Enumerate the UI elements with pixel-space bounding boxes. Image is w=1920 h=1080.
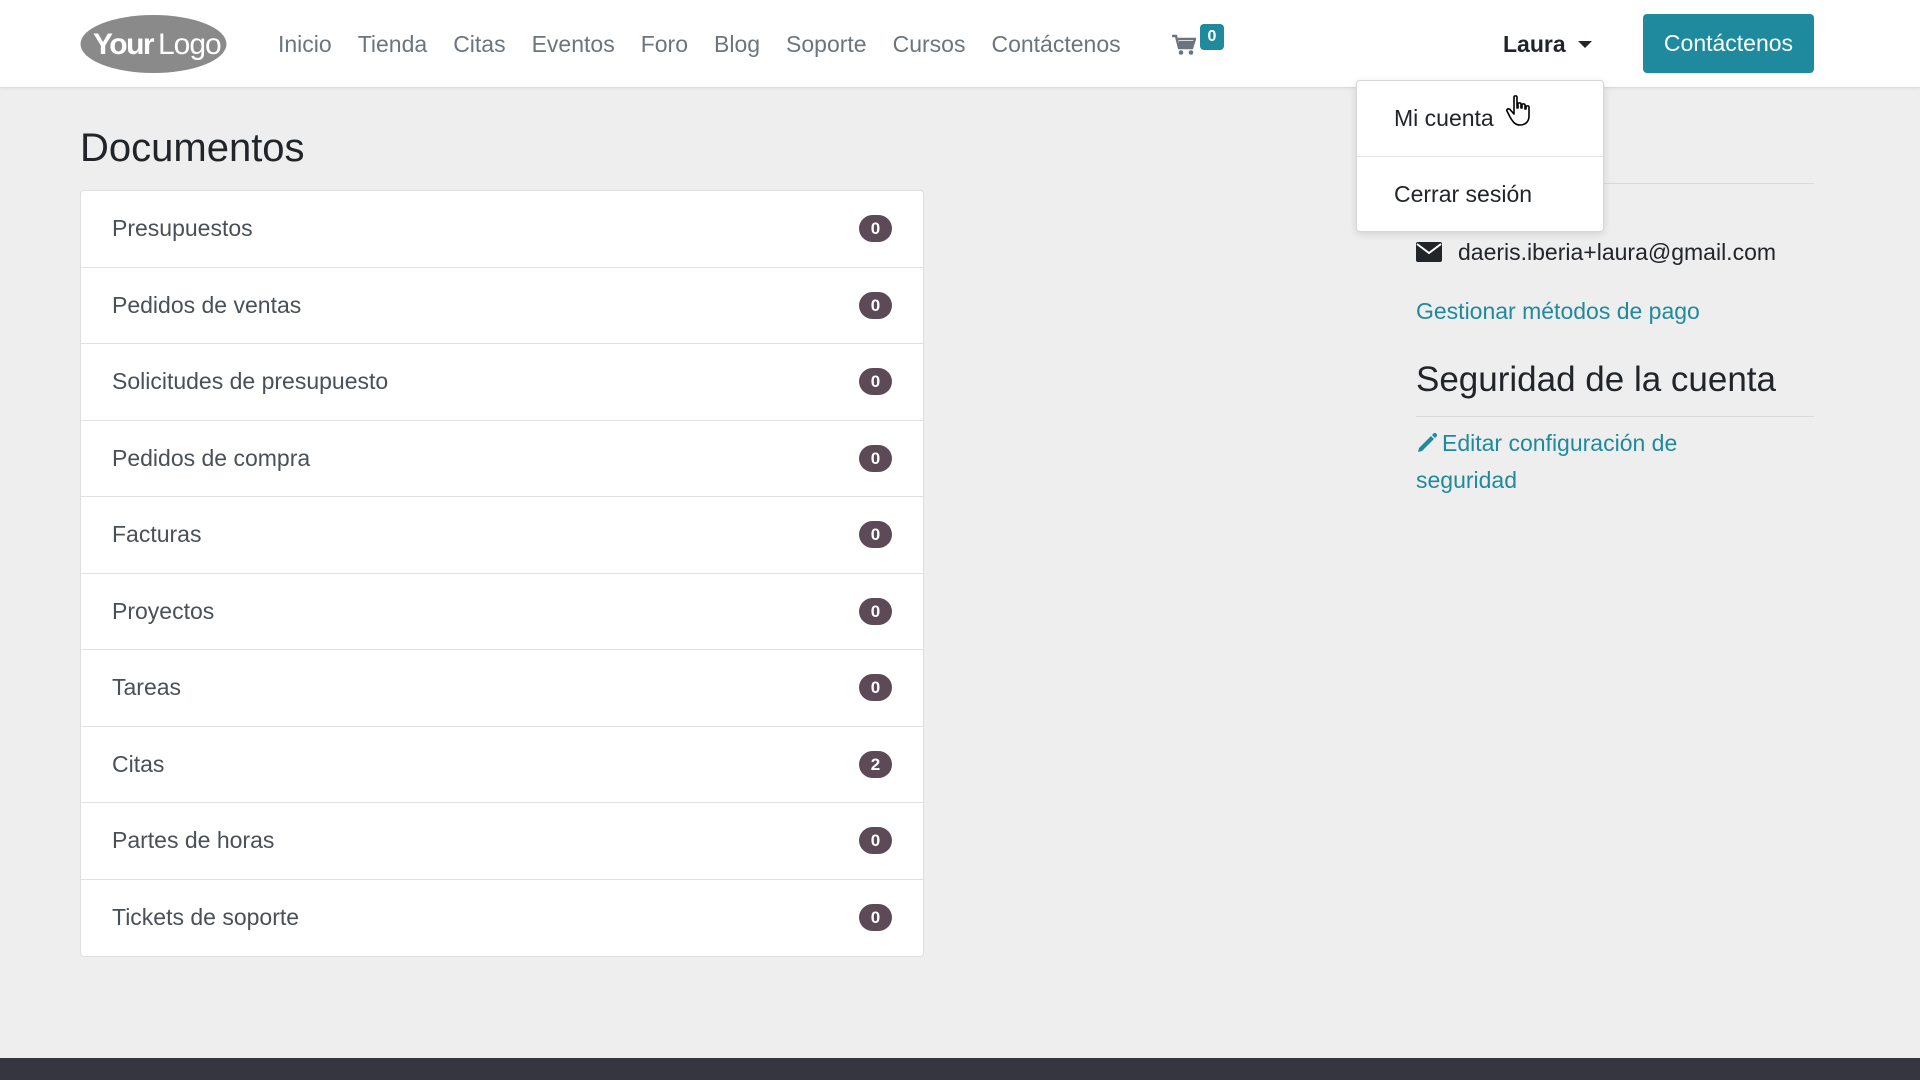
shopping-cart-icon <box>1172 34 1196 55</box>
list-item-label: Tickets de soporte <box>112 904 300 931</box>
list-item-partes-de-horas[interactable]: Partes de horas 0 <box>81 803 923 880</box>
email-row: daeris.iberia+laura@gmail.com <box>1416 236 1776 268</box>
list-item-label: Facturas <box>112 521 202 548</box>
list-item-tickets-de-soporte[interactable]: Tickets de soporte 0 <box>81 880 923 957</box>
footer-bar <box>0 1058 1920 1080</box>
list-item-label: Citas <box>112 750 165 777</box>
top-navbar: Your Logo Inicio Tienda Citas Eventos Fo… <box>0 0 1920 88</box>
nav-link-foro[interactable]: Foro <box>628 0 701 88</box>
user-name: Laura <box>1503 30 1566 57</box>
list-item-label: Solicitudes de presupuesto <box>112 368 389 395</box>
main-nav: Inicio Tienda Citas Eventos Foro Blog So… <box>270 0 1134 88</box>
page-title: Documentos <box>80 126 305 170</box>
user-menu-toggle[interactable]: Laura <box>1503 26 1592 62</box>
list-item-label: Pedidos de ventas <box>112 291 302 318</box>
list-item-facturas[interactable]: Facturas 0 <box>81 497 923 574</box>
manage-payment-methods-link[interactable]: Gestionar métodos de pago <box>1416 298 1700 325</box>
pencil-icon <box>1418 432 1438 452</box>
caret-down-icon <box>1577 40 1592 48</box>
list-item-tareas[interactable]: Tareas 0 <box>81 650 923 727</box>
nav-link-inicio[interactable]: Inicio <box>270 0 345 88</box>
nav-link-blog[interactable]: Blog <box>701 0 773 88</box>
list-item-solicitudes-de-presupuesto[interactable]: Solicitudes de presupuesto 0 <box>81 344 923 421</box>
count-badge: 2 <box>859 750 892 778</box>
list-item-presupuestos[interactable]: Presupuestos 0 <box>81 191 923 268</box>
user-dropdown-menu: Mi cuenta Cerrar sesión <box>1356 80 1604 232</box>
list-item-citas[interactable]: Citas 2 <box>81 727 923 803</box>
edit-security-settings-link[interactable]: Editar configuración de seguridad <box>1416 425 1746 499</box>
count-badge: 0 <box>859 904 892 932</box>
count-badge: 0 <box>859 368 892 396</box>
menu-item-my-account[interactable]: Mi cuenta <box>1357 81 1603 156</box>
site-logo[interactable]: Your Logo <box>79 13 228 75</box>
hand-cursor-icon <box>1505 95 1530 126</box>
count-badge: 0 <box>859 444 892 472</box>
svg-text:Your: Your <box>93 28 155 61</box>
svg-text:Logo: Logo <box>158 28 221 61</box>
list-item-label: Partes de horas <box>112 827 275 854</box>
list-item-label: Tareas <box>112 674 182 701</box>
security-section-title: Seguridad de la cuenta <box>1416 360 1776 399</box>
envelope-icon <box>1416 242 1442 262</box>
cart-link[interactable]: 0 <box>1170 22 1226 62</box>
nav-link-contactenos[interactable]: Contáctenos <box>978 0 1133 88</box>
list-item-pedidos-de-compra[interactable]: Pedidos de compra 0 <box>81 421 923 497</box>
nav-link-eventos[interactable]: Eventos <box>519 0 628 88</box>
contact-button[interactable]: Contáctenos <box>1643 14 1814 73</box>
list-item-label: Proyectos <box>112 597 215 624</box>
nav-link-tienda[interactable]: Tienda <box>345 0 440 88</box>
count-badge: 0 <box>859 597 892 625</box>
logo-icon: Your Logo <box>80 15 227 73</box>
nav-link-soporte[interactable]: Soporte <box>773 0 880 88</box>
count-badge: 0 <box>859 521 892 549</box>
count-badge: 0 <box>859 827 892 855</box>
count-badge: 0 <box>859 215 892 243</box>
list-item-label: Presupuestos <box>112 215 253 242</box>
count-badge: 0 <box>859 674 892 702</box>
list-item-label: Pedidos de compra <box>112 444 311 471</box>
menu-item-logout[interactable]: Cerrar sesión <box>1357 157 1603 232</box>
documents-list: Presupuestos 0 Pedidos de ventas 0 Solic… <box>80 190 924 957</box>
edit-security-settings-label: Editar configuración de seguridad <box>1416 430 1678 493</box>
list-item-proyectos[interactable]: Proyectos 0 <box>81 574 923 650</box>
user-email: daeris.iberia+laura@gmail.com <box>1458 238 1777 265</box>
count-badge: 0 <box>859 291 892 319</box>
cart-count-badge: 0 <box>1200 24 1224 50</box>
nav-link-cursos[interactable]: Cursos <box>880 0 979 88</box>
list-item-pedidos-de-ventas[interactable]: Pedidos de ventas 0 <box>81 268 923 344</box>
nav-link-citas[interactable]: Citas <box>440 0 518 88</box>
divider <box>1416 416 1814 417</box>
